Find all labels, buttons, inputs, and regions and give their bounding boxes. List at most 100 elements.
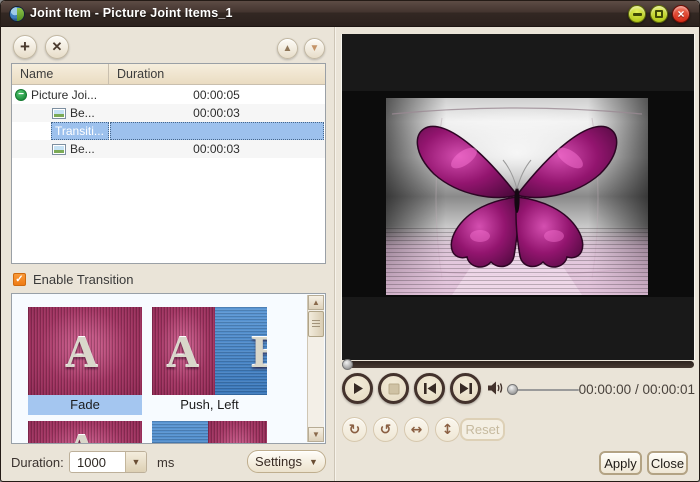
- thumb-letter: A: [65, 423, 98, 443]
- scroll-up-button[interactable]: ▲: [308, 295, 324, 310]
- row-duration: 00:00:03: [193, 142, 240, 156]
- flip-vertical-icon: ↕: [441, 421, 454, 438]
- move-up-button[interactable]: ▲: [277, 38, 298, 59]
- row-duration: 00:00:03: [193, 106, 240, 120]
- maximize-icon: [655, 10, 663, 18]
- rotate-cw-icon: ↻: [348, 421, 361, 438]
- stop-button[interactable]: [378, 373, 409, 404]
- play-button[interactable]: [342, 373, 373, 404]
- transition-label-fade[interactable]: Fade: [28, 395, 142, 415]
- delete-icon: ✕: [51, 39, 63, 54]
- items-table: Name Duration − Picture Joi... 00:00:05 …: [11, 63, 326, 264]
- play-icon: [354, 383, 363, 394]
- close-window-button[interactable]: ×: [672, 5, 690, 23]
- transition-label-push-left[interactable]: Push, Left: [152, 395, 267, 415]
- enable-transition-checkbox[interactable]: ✓: [13, 272, 26, 286]
- video-preview[interactable]: [341, 34, 695, 360]
- table-header[interactable]: Name Duration: [12, 64, 325, 85]
- scroll-down-button[interactable]: ▼: [308, 427, 324, 442]
- move-down-button[interactable]: ▼: [304, 38, 325, 59]
- previous-frame-button[interactable]: [414, 373, 445, 404]
- transition-gallery: A Fade A B Push, Left A ▲ ▼: [11, 293, 326, 444]
- duration-combobox[interactable]: 1000 ▼: [69, 451, 147, 473]
- scroll-down-icon: ▼: [312, 430, 320, 439]
- picture-icon: [52, 108, 66, 119]
- table-row[interactable]: − Picture Joi... 00:00:05: [12, 86, 325, 104]
- table-row-selected[interactable]: Transiti...: [12, 122, 325, 140]
- column-header-duration[interactable]: Duration: [117, 67, 164, 81]
- butterfly-frame-image: [386, 98, 648, 295]
- maximize-button[interactable]: [650, 5, 668, 23]
- transition-item[interactable]: [152, 421, 267, 443]
- collapse-icon[interactable]: −: [15, 89, 27, 101]
- next-frame-icon: [459, 383, 472, 394]
- plus-icon: +: [20, 37, 30, 56]
- arrow-up-icon: ▲: [282, 43, 293, 54]
- rotate-clockwise-button[interactable]: ↻: [342, 417, 367, 442]
- row-duration: 00:00:05: [193, 88, 240, 102]
- minimize-button[interactable]: [628, 5, 646, 23]
- close-button[interactable]: Close: [647, 451, 688, 475]
- duration-value: 1000: [77, 455, 106, 470]
- settings-button[interactable]: Settings ▼: [247, 450, 326, 473]
- next-frame-button[interactable]: [450, 373, 481, 404]
- column-header-name[interactable]: Name: [20, 67, 53, 81]
- duration-label: Duration:: [11, 455, 64, 470]
- push-left-outgoing: A: [152, 307, 215, 395]
- apply-button[interactable]: Apply: [599, 451, 642, 475]
- scroll-up-icon: ▲: [312, 298, 320, 307]
- previous-frame-icon: [423, 383, 436, 394]
- thumb-letter: B: [251, 325, 267, 378]
- chevron-down-icon: ▼: [131, 457, 141, 467]
- volume-slider-thumb[interactable]: [507, 384, 518, 395]
- thumb-letter: A: [65, 326, 99, 377]
- picture-icon: [52, 144, 66, 155]
- add-item-button[interactable]: +: [13, 35, 37, 59]
- enable-transition-label: Enable Transition: [33, 271, 134, 287]
- volume-icon[interactable]: [487, 380, 505, 396]
- row-name: Transiti...: [55, 124, 104, 138]
- chevron-down-icon: ▼: [309, 456, 318, 467]
- combo-dropdown-button[interactable]: ▼: [125, 452, 146, 472]
- transition-item[interactable]: A: [28, 421, 142, 443]
- panel-divider: [334, 27, 335, 481]
- transition-item-fade[interactable]: A: [28, 307, 142, 395]
- check-icon: ✓: [15, 273, 24, 285]
- title-bar[interactable]: Joint Item - Picture Joint Items_1 ×: [1, 1, 699, 27]
- seek-slider-thumb[interactable]: [342, 359, 353, 370]
- row-name: Be...: [70, 106, 95, 120]
- remove-item-button[interactable]: ✕: [45, 35, 69, 59]
- scrollbar-thumb[interactable]: [308, 311, 324, 337]
- app-icon: [9, 6, 25, 22]
- table-row[interactable]: Be... 00:00:03: [12, 140, 325, 158]
- thumb-letter: A: [166, 326, 200, 377]
- push-right-outgoing: [208, 421, 267, 443]
- flip-vertical-button[interactable]: ↕: [435, 417, 460, 442]
- arrow-down-icon: ▼: [309, 43, 320, 54]
- rotate-ccw-icon: ↺: [379, 421, 392, 438]
- minimize-icon: [632, 12, 642, 16]
- row-name: Be...: [70, 142, 95, 156]
- flip-horizontal-icon: ↔: [410, 421, 423, 438]
- gallery-scrollbar[interactable]: ▲ ▼: [307, 295, 324, 442]
- table-row[interactable]: Be... 00:00:03: [12, 104, 325, 122]
- selected-duration-cell[interactable]: [110, 122, 324, 140]
- flip-horizontal-button[interactable]: ↔: [404, 417, 429, 442]
- window-title: Joint Item - Picture Joint Items_1: [30, 6, 233, 20]
- rotate-counterclockwise-button[interactable]: ↺: [373, 417, 398, 442]
- seek-slider[interactable]: [342, 361, 694, 368]
- push-right-incoming: [152, 421, 208, 443]
- column-divider[interactable]: [108, 64, 109, 85]
- stop-icon: [388, 383, 399, 394]
- row-name: Picture Joi...: [31, 88, 98, 102]
- transition-item-push-left[interactable]: A B: [152, 307, 267, 395]
- settings-label: Settings: [255, 454, 303, 469]
- time-display: 00:00:00 / 00:00:01: [578, 382, 695, 397]
- reset-button[interactable]: Reset: [460, 418, 505, 441]
- enable-transition-row: ✓ Enable Transition: [13, 271, 133, 287]
- close-icon: ×: [677, 7, 685, 21]
- joint-item-dialog: Joint Item - Picture Joint Items_1 × + ✕…: [0, 0, 700, 482]
- duration-unit-label: ms: [157, 455, 175, 470]
- push-left-incoming: B: [215, 307, 267, 395]
- selected-name-cell[interactable]: Transiti...: [51, 122, 109, 140]
